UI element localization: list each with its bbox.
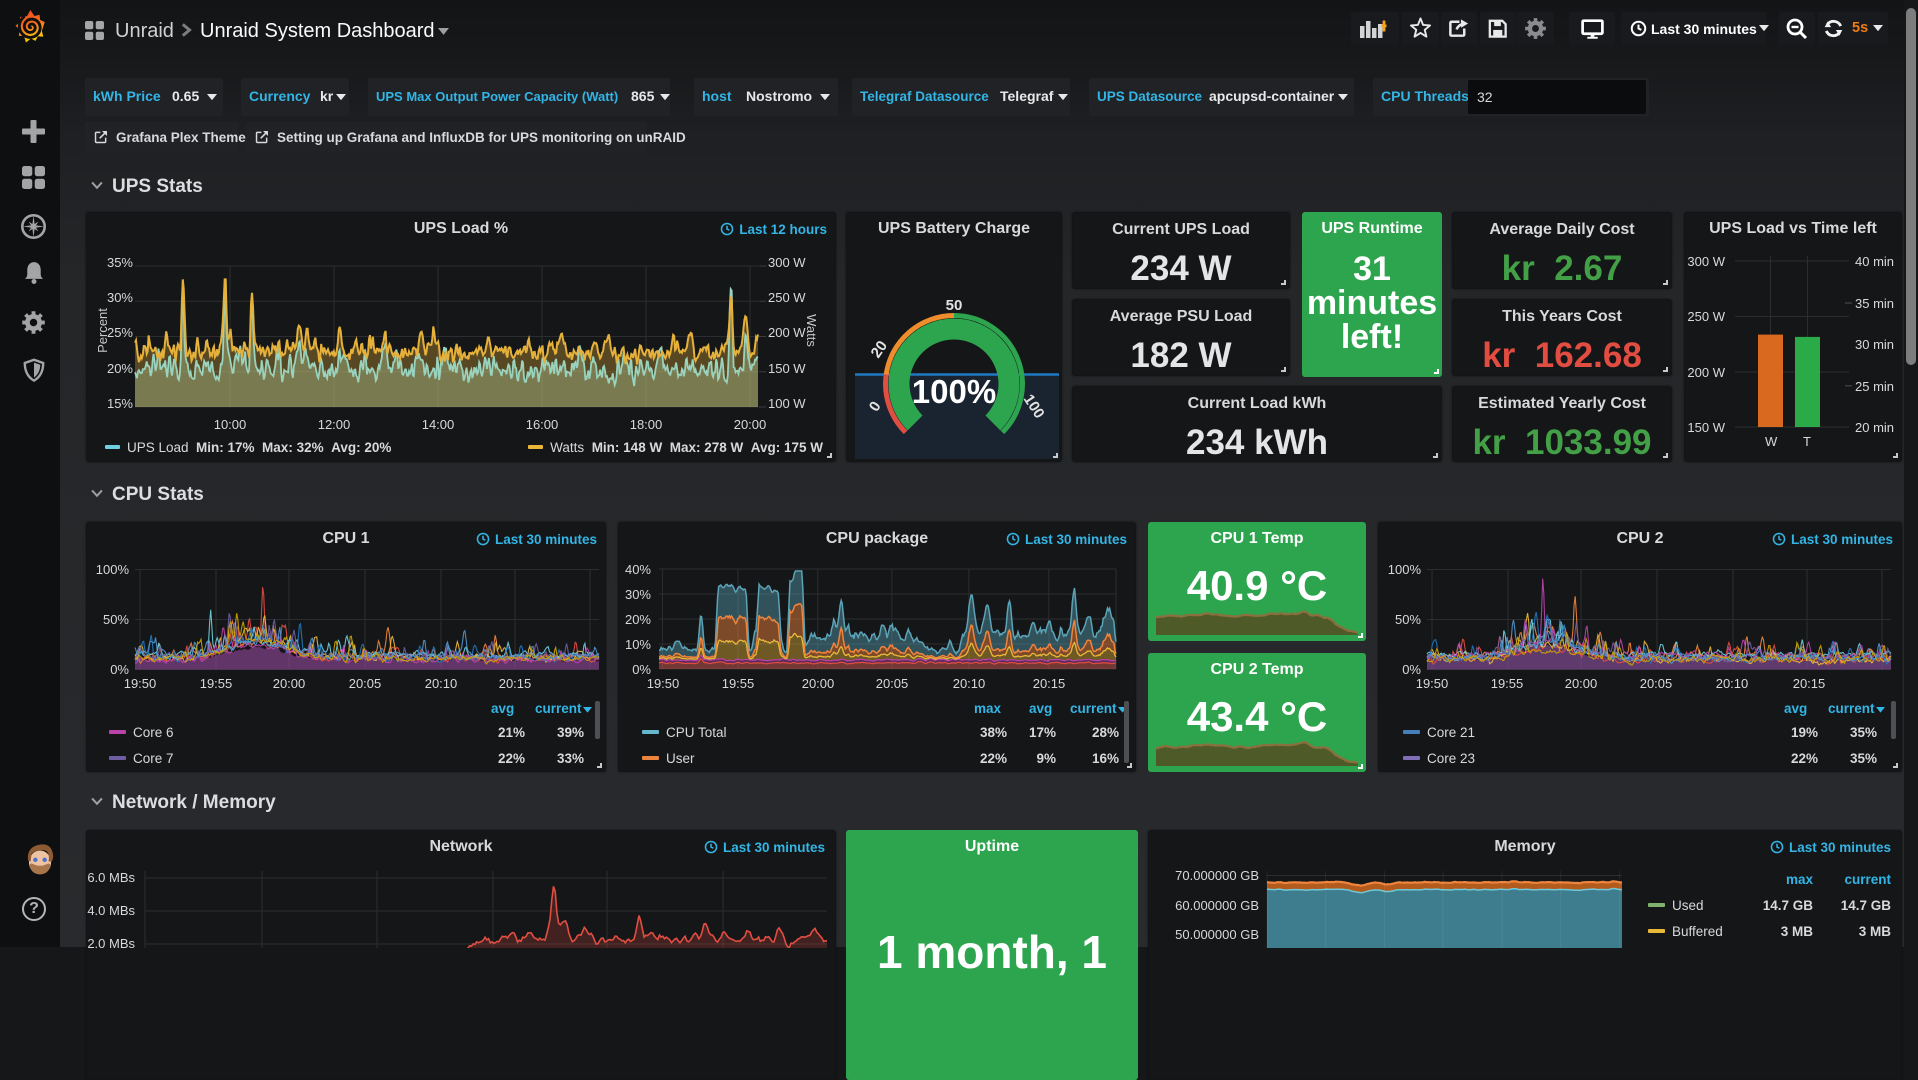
svg-text:50: 50	[946, 297, 963, 314]
svg-text:20: 20	[868, 338, 891, 361]
svg-text:100%: 100%	[912, 373, 996, 410]
